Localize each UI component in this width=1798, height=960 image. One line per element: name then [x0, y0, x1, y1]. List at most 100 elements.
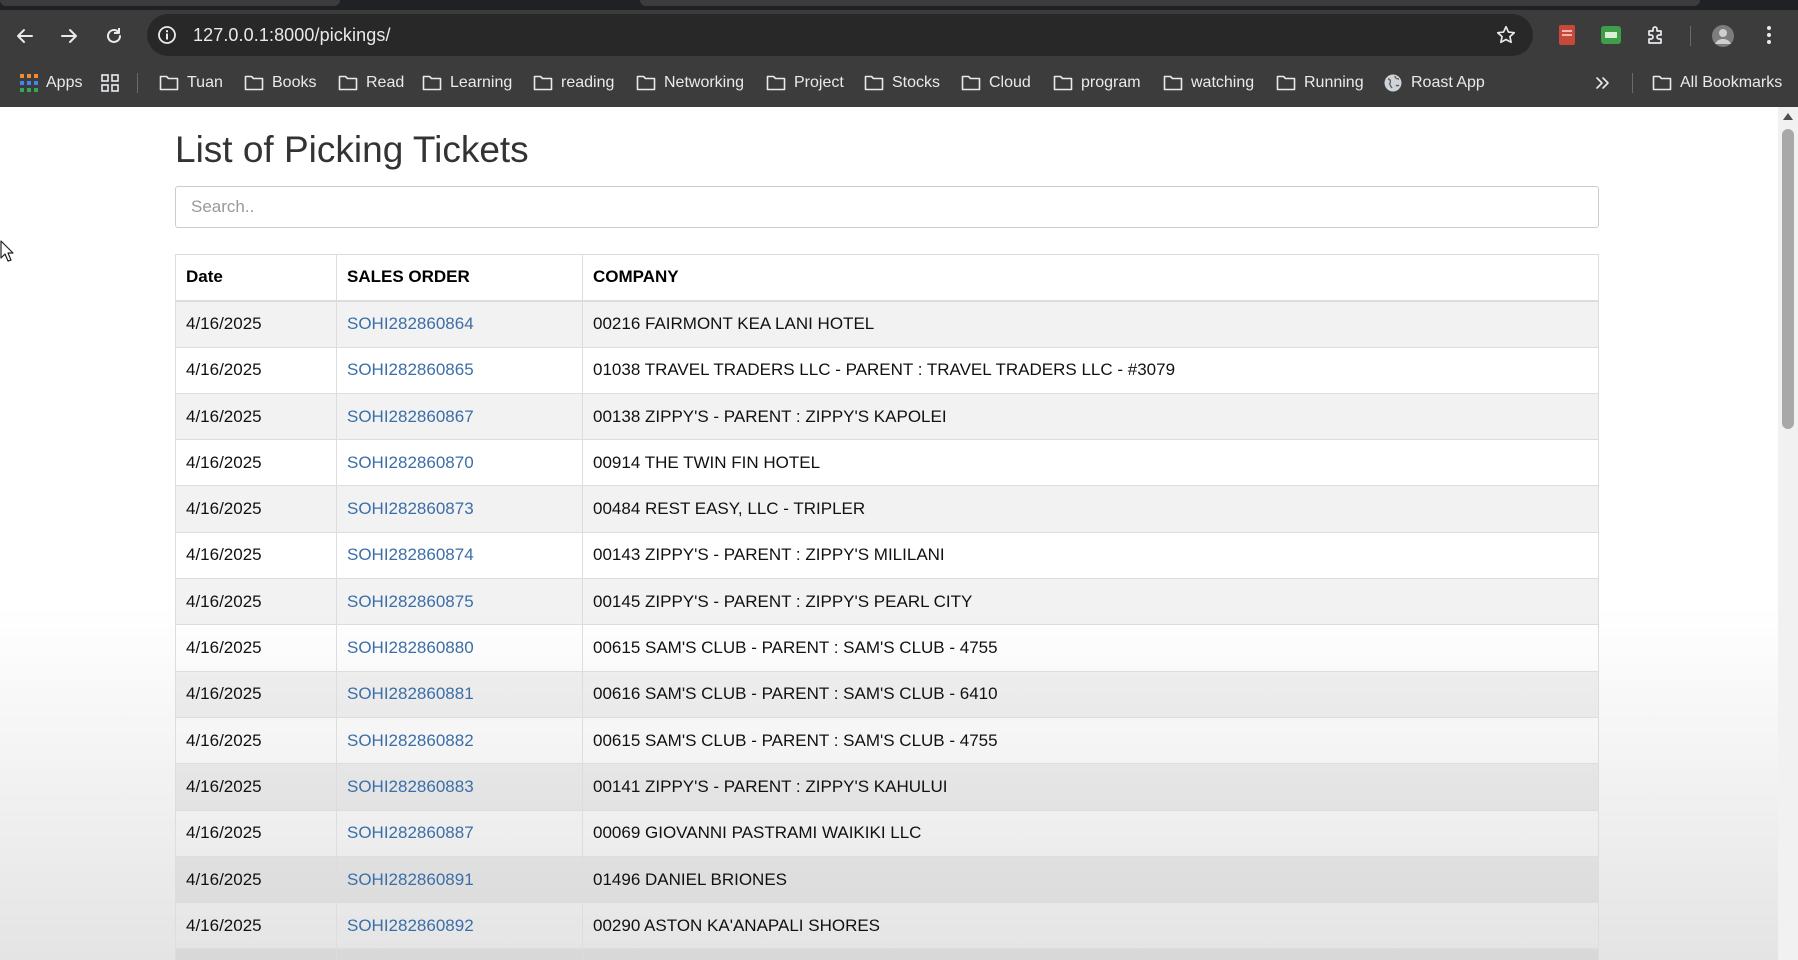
sales-order-link[interactable]: SOHI282860883: [347, 777, 474, 796]
bookmark-folder-books[interactable]: Books: [244, 70, 316, 96]
bookmark-folder-reading[interactable]: reading: [533, 70, 614, 96]
date-cell: 4/16/2025: [175, 670, 337, 718]
bookmark-label: Books: [272, 74, 317, 91]
company-cell: [582, 948, 1599, 960]
table-row: 4/16/2025 SOHI282860867 00138 ZIPPY'S - …: [175, 392, 1599, 441]
folder-icon: [244, 75, 264, 91]
menu-kebab-icon[interactable]: [1758, 24, 1780, 46]
sales-order-cell: SOHI282860873: [336, 485, 583, 533]
company-cell: 00069 GIOVANNI PASTRAMI WAIKIKI LLC: [582, 809, 1599, 857]
back-button[interactable]: [12, 23, 38, 49]
sales-order-cell: SOHI282860883: [336, 763, 583, 811]
bookmark-folder-cloud[interactable]: Cloud: [961, 70, 1031, 96]
folder-icon: [636, 75, 656, 91]
browser-chrome: 127.0.0.1:8000/pickings/ Apps Tuan Books…: [0, 0, 1798, 107]
bookmark-label: Stocks: [892, 74, 941, 91]
bookmark-folder-running[interactable]: Running: [1276, 70, 1364, 96]
reload-icon: [107, 28, 121, 43]
sales-order-link[interactable]: SOHI282860874: [347, 545, 474, 564]
all-bookmarks-label: All Bookmarks: [1680, 74, 1783, 91]
page-scrollbar[interactable]: [1778, 107, 1798, 960]
table-row: 4/16/2025 SOHI282860882 00615 SAM'S CLUB…: [175, 716, 1599, 765]
tab-groups-button[interactable]: [100, 70, 120, 96]
tab[interactable]: [640, 0, 1700, 6]
bookmark-apps[interactable]: Apps: [20, 70, 82, 96]
company-cell: 01038 TRAVEL TRADERS LLC - PARENT : TRAV…: [582, 346, 1599, 394]
sales-order-link[interactable]: SOHI282860864: [347, 314, 474, 333]
table-row: 4/16/2025 SOHI282860892 00290 ASTON KA'A…: [175, 902, 1599, 950]
more-bookmarks-button[interactable]: [1594, 70, 1610, 96]
bookmark-folder-program[interactable]: program: [1053, 70, 1141, 96]
table-row: 4/16/2025 SOHI282860891 01496 DANIEL BRI…: [175, 855, 1599, 904]
company-cell: 00484 REST EASY, LLC - TRIPLER: [582, 485, 1599, 533]
sales-order-link[interactable]: SOHI282860865: [347, 360, 474, 379]
table-header-row: Date SALES ORDER COMPANY: [175, 253, 1599, 302]
sales-order-link[interactable]: SOHI282860891: [347, 870, 474, 889]
sales-order-link[interactable]: SOHI282860875: [347, 592, 474, 611]
bookmark-folder-project[interactable]: Project: [766, 70, 844, 96]
table-row: 4/16/2025 SOHI282860874 00143 ZIPPY'S - …: [175, 531, 1599, 580]
bookmark-folder-tuan[interactable]: Tuan: [159, 70, 223, 96]
sales-order-cell: SOHI282860870: [336, 439, 583, 487]
date-cell: 4/16/2025: [175, 531, 337, 580]
bookmark-label: reading: [561, 74, 615, 91]
bookmark-folder-watching[interactable]: watching: [1163, 70, 1254, 96]
profile-avatar[interactable]: [1711, 24, 1734, 47]
sales-order-link[interactable]: SOHI282860873: [347, 499, 474, 518]
site-info-icon[interactable]: [157, 25, 177, 45]
date-cell: [175, 948, 337, 960]
folder-icon: [422, 75, 442, 91]
bookmark-folder-read[interactable]: Read: [338, 70, 404, 96]
sales-order-link[interactable]: SOHI282860882: [347, 731, 474, 750]
company-cell: 00615 SAM'S CLUB - PARENT : SAM'S CLUB -…: [582, 624, 1599, 672]
company-cell: 00138 ZIPPY'S - PARENT : ZIPPY'S KAPOLEI: [582, 392, 1599, 441]
toolbar-divider: [1690, 26, 1691, 46]
reload-button[interactable]: [101, 23, 127, 49]
table-row: 4/16/2025 SOHI282860881 00616 SAM'S CLUB…: [175, 670, 1599, 718]
sales-order-link[interactable]: SOHI282860870: [347, 453, 474, 472]
sales-order-link[interactable]: SOHI282860887: [347, 823, 474, 842]
bookmark-roast-app[interactable]: Roast App: [1383, 70, 1485, 96]
address-bar[interactable]: 127.0.0.1:8000/pickings/: [147, 14, 1533, 56]
bookmark-folder-stocks[interactable]: Stocks: [864, 70, 940, 96]
date-cell: 4/16/2025: [175, 485, 337, 533]
folder-icon: [1652, 75, 1672, 91]
tab[interactable]: [0, 0, 340, 6]
sales-order-cell: [336, 948, 583, 960]
bookmark-label: Learning: [450, 74, 513, 91]
mouse-pointer-icon: [0, 240, 14, 262]
pdf-extension-icon[interactable]: [1556, 24, 1578, 46]
scrollbar-thumb[interactable]: [1782, 129, 1794, 429]
bookmark-folder-learning[interactable]: Learning: [422, 70, 512, 96]
sales-order-link[interactable]: SOHI282860881: [347, 684, 474, 703]
date-cell: 4/16/2025: [175, 855, 337, 904]
bookmark-star-icon[interactable]: [1495, 24, 1517, 46]
table-row: 4/16/2025 SOHI282860864 00216 FAIRMONT K…: [175, 300, 1599, 348]
table-row: 4/16/2025 SOHI282860883 00141 ZIPPY'S - …: [175, 763, 1599, 811]
picking-tickets-table: Date SALES ORDER COMPANY 4/16/2025 SOHI2…: [175, 253, 1599, 960]
forward-button[interactable]: [56, 23, 82, 49]
bookmark-label: watching: [1191, 74, 1255, 91]
bookmark-label: Running: [1304, 74, 1364, 91]
bookmark-label: program: [1081, 74, 1141, 91]
date-cell: 4/16/2025: [175, 624, 337, 672]
bookmark-folder-networking[interactable]: Networking: [636, 70, 744, 96]
extensions-puzzle-icon[interactable]: [1645, 24, 1667, 46]
search-input[interactable]: [175, 186, 1599, 228]
sales-order-cell: SOHI282860867: [336, 392, 583, 441]
sales-order-link[interactable]: SOHI282860867: [347, 407, 474, 426]
folder-icon: [1053, 75, 1073, 91]
all-bookmarks-button[interactable]: All Bookmarks: [1652, 70, 1782, 96]
green-extension-icon[interactable]: [1600, 24, 1622, 46]
sales-order-cell: SOHI282860882: [336, 716, 583, 765]
folder-icon: [766, 75, 786, 91]
scroll-up-arrow-icon[interactable]: [1783, 113, 1793, 120]
sales-order-cell: SOHI282860881: [336, 670, 583, 718]
date-cell: 4/16/2025: [175, 902, 337, 950]
sales-order-link[interactable]: SOHI282860892: [347, 916, 474, 935]
company-cell: 00216 FAIRMONT KEA LANI HOTEL: [582, 300, 1599, 348]
date-cell: 4/16/2025: [175, 809, 337, 857]
sales-order-link[interactable]: SOHI282860880: [347, 638, 474, 657]
url-text[interactable]: 127.0.0.1:8000/pickings/: [193, 25, 391, 46]
bookmarks-bar: Apps Tuan Books Read Learning reading Ne…: [0, 60, 1798, 107]
